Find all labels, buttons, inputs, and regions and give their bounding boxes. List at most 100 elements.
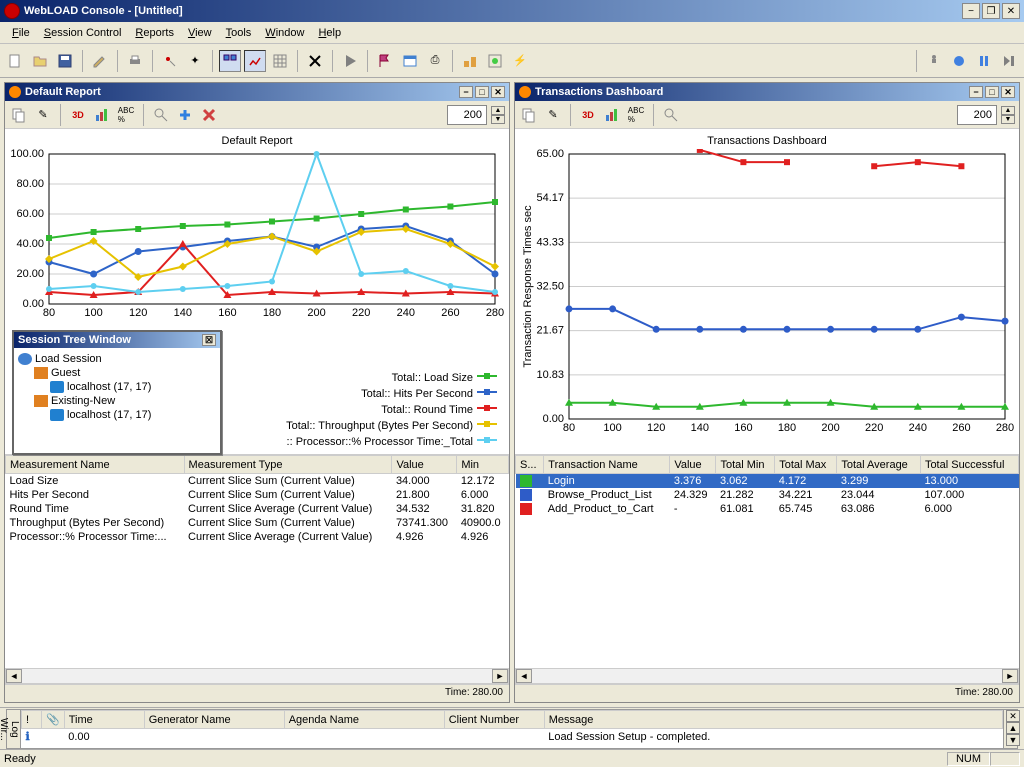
menu-reports[interactable]: Reports <box>129 25 180 41</box>
menu-window[interactable]: Window <box>259 25 310 41</box>
bar-chart-icon[interactable] <box>92 105 112 125</box>
left-spin-input[interactable] <box>447 105 487 125</box>
tool7-icon[interactable] <box>484 50 506 72</box>
menu-tools[interactable]: Tools <box>220 25 258 41</box>
log-header[interactable]: Time <box>64 711 144 729</box>
tree-node-host2[interactable]: localhost (17, 17) <box>18 408 216 422</box>
maximize-button[interactable]: ❐ <box>982 3 1000 19</box>
next-icon[interactable] <box>998 50 1020 72</box>
right-spin-input[interactable] <box>957 105 997 125</box>
table-row[interactable]: Browse_Product_List24.32921.28234.22123.… <box>516 488 1019 502</box>
delete-icon[interactable] <box>304 50 326 72</box>
tool6-icon[interactable] <box>459 50 481 72</box>
log-header[interactable]: Message <box>544 711 1002 729</box>
zoom-icon[interactable] <box>661 105 681 125</box>
tree-node-guest[interactable]: Guest <box>18 366 216 380</box>
table-header[interactable]: Transaction Name <box>544 456 670 474</box>
grid-icon[interactable] <box>269 50 291 72</box>
right-table[interactable]: S...Transaction NameValueTotal MinTotal … <box>515 455 1019 516</box>
panel-close-icon[interactable]: ✕ <box>1001 86 1015 98</box>
table-header[interactable]: Min <box>457 456 509 474</box>
scroll-right-icon[interactable]: ► <box>1002 669 1018 683</box>
default-report-titlebar[interactable]: Default Report − □ ✕ <box>5 83 509 101</box>
panel-minimize-icon[interactable]: − <box>969 86 983 98</box>
view-mode1-icon[interactable] <box>219 50 241 72</box>
spin-down-icon[interactable]: ▼ <box>1001 115 1015 124</box>
edit-icon[interactable] <box>89 50 111 72</box>
right-chart[interactable]: 0.0010.8321.6732.5043.3354.1765.00801001… <box>519 149 1015 450</box>
table-row[interactable]: Load SizeCurrent Slice Sum (Current Valu… <box>6 474 509 489</box>
transactions-titlebar[interactable]: Transactions Dashboard − □ ✕ <box>515 83 1019 101</box>
scroll-left-icon[interactable]: ◄ <box>6 669 22 683</box>
log-close-icon[interactable]: ✕ <box>1006 710 1020 722</box>
panel-maximize-icon[interactable]: □ <box>475 86 489 98</box>
log-scroll-up-icon[interactable]: ▲ <box>1006 722 1020 734</box>
tree-node-host1[interactable]: localhost (17, 17) <box>18 380 216 394</box>
table-row[interactable]: Round TimeCurrent Slice Average (Current… <box>6 502 509 516</box>
menu-view[interactable]: View <box>182 25 218 41</box>
record-icon[interactable] <box>948 50 970 72</box>
3d-icon[interactable]: 3D <box>578 105 598 125</box>
table-header[interactable]: Value <box>670 456 716 474</box>
minimize-button[interactable]: − <box>962 3 980 19</box>
zoom-icon[interactable] <box>151 105 171 125</box>
table-header[interactable]: Total Successful <box>920 456 1018 474</box>
tool2-icon[interactable]: ✦ <box>184 50 206 72</box>
table-row[interactable]: Hits Per SecondCurrent Slice Sum (Curren… <box>6 488 509 502</box>
abc-icon[interactable]: ABC% <box>116 105 136 125</box>
log-header[interactable]: Client Number <box>444 711 544 729</box>
remove-icon[interactable] <box>199 105 219 125</box>
spin-up-icon[interactable]: ▲ <box>491 106 505 115</box>
table-header[interactable]: Total Min <box>716 456 775 474</box>
tool1-icon[interactable] <box>159 50 181 72</box>
scroll-right-icon[interactable]: ► <box>492 669 508 683</box>
spin-down-icon[interactable]: ▼ <box>491 115 505 124</box>
left-scrollbar[interactable]: ◄ ► <box>5 668 509 684</box>
session-tree-titlebar[interactable]: Session Tree Window ☒ <box>14 332 220 348</box>
left-table[interactable]: Measurement NameMeasurement TypeValueMin… <box>5 455 509 544</box>
panel-minimize-icon[interactable]: − <box>459 86 473 98</box>
menu-file[interactable]: File <box>6 25 36 41</box>
session-tree-window[interactable]: Session Tree Window ☒ Load Session Guest… <box>12 330 222 455</box>
tool5-icon[interactable]: ⎙ <box>424 50 446 72</box>
scroll-left-icon[interactable]: ◄ <box>516 669 532 683</box>
tree-root[interactable]: Load Session <box>18 352 216 366</box>
log-header[interactable]: Generator Name <box>144 711 284 729</box>
right-scrollbar[interactable]: ◄ ► <box>515 668 1019 684</box>
play-icon[interactable] <box>339 50 361 72</box>
log-header[interactable]: ! <box>22 711 42 729</box>
control1-icon[interactable] <box>923 50 945 72</box>
panel-maximize-icon[interactable]: □ <box>985 86 999 98</box>
pause-icon[interactable] <box>973 50 995 72</box>
table-header[interactable]: S... <box>516 456 544 474</box>
save-icon[interactable] <box>54 50 76 72</box>
menu-help[interactable]: Help <box>312 25 347 41</box>
brush-icon[interactable]: ✎ <box>33 105 53 125</box>
spin-up-icon[interactable]: ▲ <box>1001 106 1015 115</box>
menu-session-control[interactable]: Session Control <box>38 25 128 41</box>
session-tree-close-icon[interactable]: ☒ <box>202 334 216 346</box>
table-header[interactable]: Measurement Name <box>6 456 185 474</box>
table-row[interactable]: Login3.3763.0624.1723.29913.000 <box>516 474 1019 489</box>
copy-icon[interactable] <box>519 105 539 125</box>
print-icon[interactable] <box>124 50 146 72</box>
close-button[interactable]: ✕ <box>1002 3 1020 19</box>
table-header[interactable]: Total Max <box>775 456 837 474</box>
table-header[interactable]: Total Average <box>837 456 921 474</box>
table-row[interactable]: Throughput (Bytes Per Second)Current Sli… <box>6 516 509 530</box>
table-row[interactable]: Processor::% Processor Time:...Current S… <box>6 530 509 544</box>
tree-node-existing[interactable]: Existing-New <box>18 394 216 408</box>
log-header[interactable]: Agenda Name <box>284 711 444 729</box>
table-header[interactable]: Measurement Type <box>184 456 392 474</box>
bar-chart-icon[interactable] <box>602 105 622 125</box>
view-mode2-icon[interactable] <box>244 50 266 72</box>
panel-close-icon[interactable]: ✕ <box>491 86 505 98</box>
table-row[interactable]: Add_Product_to_Cart-61.08165.74563.0866.… <box>516 502 1019 516</box>
log-scroll-down-icon[interactable]: ▼ <box>1006 734 1020 746</box>
log-header[interactable]: 📎 <box>42 711 65 729</box>
log-row[interactable]: ℹ0.00Load Session Setup - completed. <box>22 729 1003 745</box>
table-header[interactable]: Value <box>392 456 457 474</box>
copy-icon[interactable] <box>9 105 29 125</box>
log-table[interactable]: !📎TimeGenerator NameAgenda NameClient Nu… <box>21 710 1003 744</box>
add-icon[interactable] <box>175 105 195 125</box>
